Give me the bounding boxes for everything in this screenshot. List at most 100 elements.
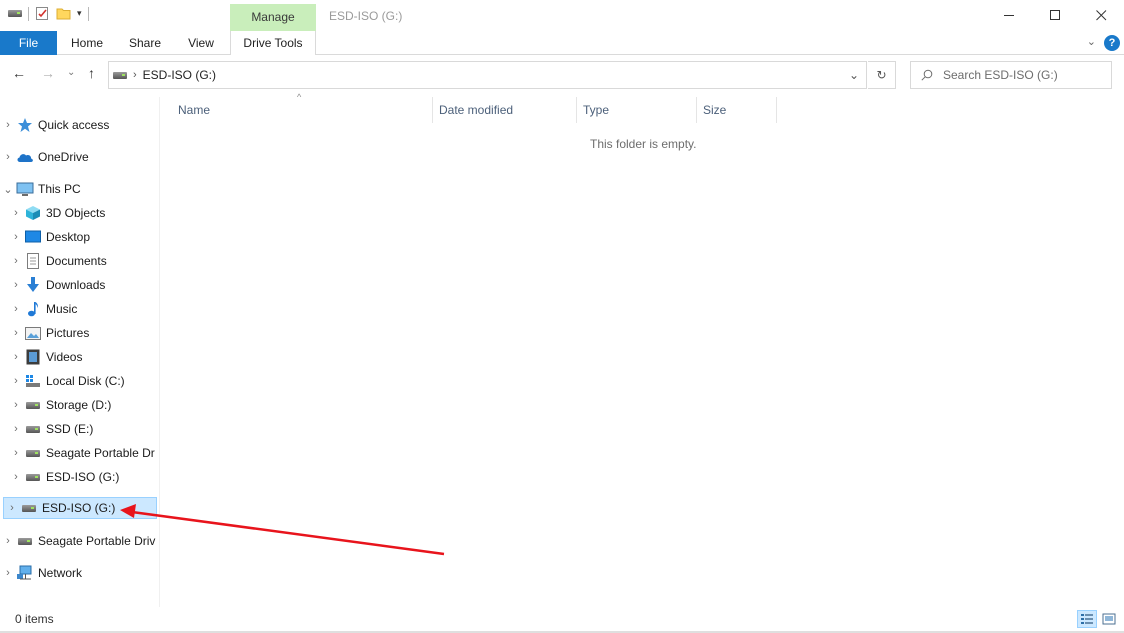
drive-icon	[24, 469, 42, 485]
up-button[interactable]: ↑	[88, 65, 95, 81]
sidebar-item-label: ESD-ISO (G:)	[46, 470, 120, 484]
expand-icon[interactable]: ›	[8, 327, 24, 339]
file-list: ^ Name Date modified Type Size This fold…	[160, 92, 1124, 607]
new-folder-icon[interactable]	[56, 6, 71, 21]
properties-icon[interactable]	[35, 6, 50, 21]
tab-file[interactable]: File	[0, 31, 57, 55]
sidebar-item-seagate-portable-root[interactable]: › Seagate Portable Driv	[0, 530, 158, 552]
expand-icon[interactable]: ›	[8, 423, 24, 435]
sidebar-item-pictures[interactable]: › Pictures	[0, 322, 158, 344]
drive-icon	[113, 71, 127, 79]
sidebar-item-seagate-portable[interactable]: › Seagate Portable Dr	[0, 442, 158, 464]
tab-view[interactable]: View	[184, 31, 218, 55]
sidebar-item-music[interactable]: › Music	[0, 298, 158, 320]
drive-icon	[20, 500, 38, 516]
sidebar-item-label: 3D Objects	[46, 206, 106, 220]
column-header-size[interactable]: Size	[697, 97, 777, 123]
tab-drive-tools[interactable]: Drive Tools	[230, 31, 316, 55]
collapse-icon[interactable]: ⌄	[0, 183, 16, 196]
sidebar-item-storage-d[interactable]: › Storage (D:)	[0, 394, 158, 416]
music-icon	[24, 301, 42, 317]
maximize-button[interactable]	[1032, 0, 1078, 31]
manage-context-tab[interactable]: Manage	[230, 4, 316, 31]
sidebar-item-documents[interactable]: › Documents	[0, 250, 158, 272]
cube-icon	[24, 205, 42, 221]
navigation-pane: › Quick access › OneDrive ⌄ This PC › 3D…	[0, 97, 160, 607]
expand-icon[interactable]: ›	[4, 502, 20, 514]
drive-icon	[16, 533, 34, 549]
empty-folder-message: This folder is empty.	[590, 137, 697, 151]
sidebar-item-label: Downloads	[46, 278, 106, 292]
sidebar-item-esd-iso-g[interactable]: › ESD-ISO (G:)	[0, 466, 158, 488]
sidebar-item-label: Documents	[46, 254, 107, 268]
large-icons-view-button[interactable]	[1099, 610, 1119, 628]
sidebar-item-network[interactable]: › Network	[0, 562, 158, 584]
expand-icon[interactable]: ›	[8, 399, 24, 411]
star-icon	[16, 117, 34, 133]
forward-button[interactable]: →	[41, 65, 55, 81]
item-count: 0 items	[15, 612, 54, 626]
ribbon-collapse-icon[interactable]: ⌄	[1087, 35, 1096, 48]
expand-icon[interactable]: ›	[8, 279, 24, 291]
expand-icon[interactable]: ›	[8, 375, 24, 387]
sidebar-item-label: Storage (D:)	[46, 398, 112, 412]
sidebar-item-desktop[interactable]: › Desktop	[0, 226, 158, 248]
expand-icon[interactable]: ›	[8, 351, 24, 363]
address-bar[interactable]: › ESD-ISO (G:)	[108, 61, 867, 89]
column-header-date-modified[interactable]: Date modified	[433, 97, 577, 123]
recent-locations-button[interactable]: ⌄	[67, 67, 75, 78]
search-input[interactable]: Search ESD-ISO (G:)	[910, 61, 1112, 89]
breadcrumb-separator-icon[interactable]: ›	[133, 69, 137, 81]
sidebar-item-label: This PC	[38, 182, 81, 196]
large-icons-view-icon	[1102, 613, 1116, 625]
minimize-icon	[1003, 15, 1014, 16]
details-view-button[interactable]	[1077, 610, 1097, 628]
sidebar-item-quick-access[interactable]: › Quick access	[0, 114, 158, 136]
close-icon	[1095, 10, 1106, 21]
minimize-button[interactable]	[986, 0, 1032, 31]
expand-icon[interactable]: ›	[0, 151, 16, 163]
customize-qat-icon[interactable]: ▾	[77, 8, 82, 19]
sidebar-item-label: Videos	[46, 350, 83, 364]
expand-icon[interactable]: ›	[0, 567, 16, 579]
refresh-button[interactable]: ↻	[868, 61, 896, 89]
divider	[87, 6, 89, 21]
sidebar-item-esd-iso-g-root[interactable]: › ESD-ISO (G:)	[3, 497, 157, 519]
expand-icon[interactable]: ›	[0, 119, 16, 131]
address-dropdown-button[interactable]: ⌄	[841, 61, 867, 89]
expand-icon[interactable]: ›	[8, 255, 24, 267]
search-icon	[921, 69, 933, 81]
expand-icon[interactable]: ›	[8, 447, 24, 459]
download-icon	[24, 277, 42, 293]
breadcrumb-current[interactable]: ESD-ISO (G:)	[143, 68, 216, 82]
search-placeholder: Search ESD-ISO (G:)	[943, 68, 1058, 82]
sidebar-item-onedrive[interactable]: › OneDrive	[0, 146, 158, 168]
help-icon[interactable]: ?	[1104, 35, 1120, 51]
document-icon	[24, 253, 42, 269]
sidebar-item-ssd-e[interactable]: › SSD (E:)	[0, 418, 158, 440]
tab-share[interactable]: Share	[126, 31, 164, 55]
sidebar-item-3d-objects[interactable]: › 3D Objects	[0, 202, 158, 224]
expand-icon[interactable]: ›	[8, 231, 24, 243]
drive-icon	[24, 445, 42, 461]
sidebar-item-label: Music	[46, 302, 78, 316]
sidebar-item-downloads[interactable]: › Downloads	[0, 274, 158, 296]
arrow-right-icon: →	[41, 65, 55, 81]
back-button[interactable]: ←	[12, 65, 26, 81]
drive-icon	[24, 421, 42, 437]
column-header-name[interactable]: Name	[172, 97, 433, 123]
expand-icon[interactable]: ›	[8, 471, 24, 483]
desktop-icon	[24, 229, 42, 245]
arrow-left-icon: ←	[12, 65, 26, 81]
column-header-type[interactable]: Type	[577, 97, 697, 123]
refresh-icon: ↻	[876, 68, 887, 82]
expand-icon[interactable]: ›	[8, 303, 24, 315]
sidebar-item-videos[interactable]: › Videos	[0, 346, 158, 368]
expand-icon[interactable]: ›	[0, 535, 16, 547]
close-button[interactable]	[1078, 0, 1124, 31]
expand-icon[interactable]: ›	[8, 207, 24, 219]
sidebar-item-local-disk-c[interactable]: › Local Disk (C:)	[0, 370, 158, 392]
drive-icon	[8, 10, 22, 17]
sidebar-item-this-pc[interactable]: ⌄ This PC	[0, 178, 158, 200]
tab-home[interactable]: Home	[68, 31, 106, 55]
